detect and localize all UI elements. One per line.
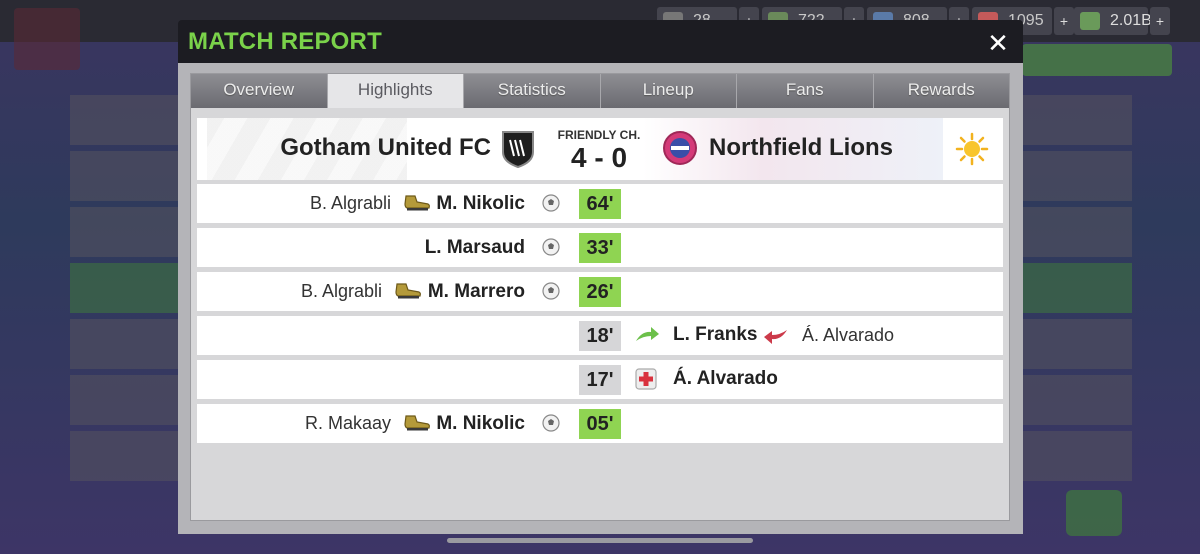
goal-scorer: M. Marrero: [427, 281, 525, 302]
home-indicator[interactable]: [447, 538, 753, 543]
event-minute: 26': [579, 277, 621, 307]
final-score: 4 - 0: [570, 142, 628, 173]
boot-icon: [403, 412, 431, 439]
goal-scorer: L. Marsaud: [424, 237, 525, 258]
assist-player: B. Algrabli: [300, 281, 382, 301]
report-frame: Overview Highlights Statistics Lineup Fa…: [190, 73, 1010, 521]
assist-player: R. Makaay: [304, 413, 391, 433]
tab-statistics[interactable]: Statistics: [464, 74, 601, 108]
sub-in-arrow-icon: [634, 325, 660, 350]
close-button[interactable]: ✕: [983, 28, 1013, 58]
boot-icon: [394, 280, 422, 307]
event-minute: 17': [579, 365, 621, 395]
event-minute: 33': [579, 233, 621, 263]
tab-lineup[interactable]: Lineup: [600, 74, 737, 108]
event-minute: 05': [579, 409, 621, 439]
resource-counter: 2.01B +: [1074, 7, 1170, 35]
tab-fans[interactable]: Fans: [737, 74, 874, 108]
assist-player: B. Algrabli: [309, 193, 391, 213]
ball-icon: [541, 413, 561, 438]
highlights-content: Gotham United FC FRIENDLY CH. 4 - 0 Nort…: [197, 118, 1003, 513]
event-row-substitution: 18' L. Franks Á. Alvarado: [197, 316, 1003, 355]
money-icon: [1080, 12, 1100, 30]
add-resource-button[interactable]: +: [1054, 7, 1074, 35]
injured-player: Á. Alvarado: [673, 368, 778, 389]
add-resource-button[interactable]: +: [1150, 7, 1170, 35]
match-header: Gotham United FC FRIENDLY CH. 4 - 0 Nort…: [197, 118, 1003, 180]
competition-label: FRIENDLY CH.: [557, 128, 641, 142]
background-button: [1066, 490, 1122, 536]
away-team-name: Northfield Lions: [709, 134, 893, 161]
background-button: [1022, 44, 1172, 76]
event-list: B. Algrabli M. Nikolic 64' L. Marsaud 33…: [197, 184, 1003, 448]
home-team-name: Gotham United FC: [280, 134, 491, 161]
modal-body: Overview Highlights Statistics Lineup Fa…: [178, 63, 1023, 534]
player-in: L. Franks: [673, 324, 758, 345]
event-row-goal: L. Marsaud 33': [197, 228, 1003, 267]
match-report-modal: MATCH REPORT ✕ Overview Highlights Stati…: [178, 20, 1023, 534]
ball-icon: [541, 237, 561, 262]
tab-overview[interactable]: Overview: [191, 74, 328, 108]
event-minute: 18': [579, 321, 621, 351]
event-row-goal: B. Algrabli M. Nikolic 64': [197, 184, 1003, 223]
goal-scorer: M. Nikolic: [436, 413, 525, 434]
sunny-icon: [955, 132, 989, 171]
event-row-goal: R. Makaay M. Nikolic 05': [197, 404, 1003, 443]
home-crest-icon: [501, 130, 535, 173]
injury-icon: [635, 368, 657, 395]
tab-highlights[interactable]: Highlights: [327, 74, 464, 108]
away-crest-icon: [662, 130, 698, 171]
modal-title: MATCH REPORT: [188, 28, 382, 55]
tab-rewards[interactable]: Rewards: [873, 74, 1009, 108]
club-logo: [14, 8, 80, 70]
background-list: [70, 95, 190, 487]
background-list: [1022, 95, 1132, 487]
sub-out-arrow-icon: [763, 326, 789, 351]
event-minute: 64': [579, 189, 621, 219]
event-row-injury: 17' Á. Alvarado: [197, 360, 1003, 399]
resource-value: 2.01B: [1110, 12, 1152, 29]
goal-scorer: M. Nikolic: [436, 193, 525, 214]
tab-bar: Overview Highlights Statistics Lineup Fa…: [191, 74, 1009, 108]
ball-icon: [541, 281, 561, 306]
ball-icon: [541, 193, 561, 218]
event-row-goal: B. Algrabli M. Marrero 26': [197, 272, 1003, 311]
boot-icon: [403, 192, 431, 219]
player-out: Á. Alvarado: [802, 325, 895, 345]
